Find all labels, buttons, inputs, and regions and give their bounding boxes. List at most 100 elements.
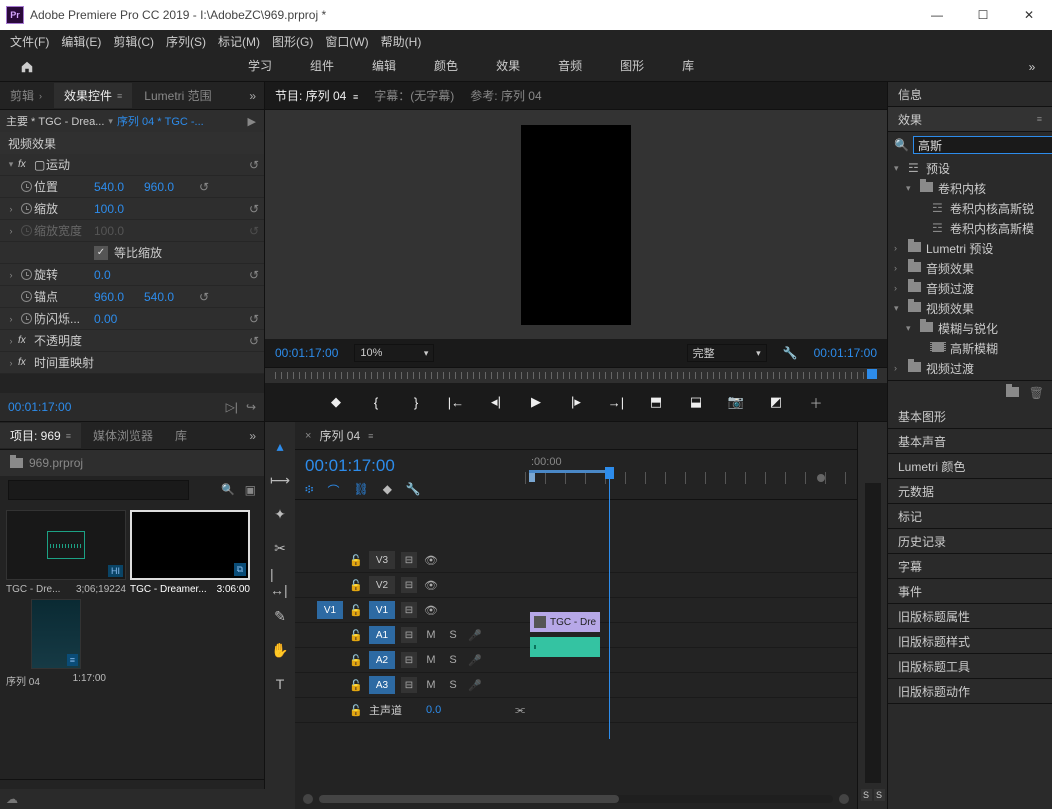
close-seq-icon[interactable]: ×: [305, 430, 311, 442]
ws-assembly[interactable]: 组件: [306, 51, 338, 82]
home-button[interactable]: [0, 60, 54, 74]
tree-folder[interactable]: ›音频过渡: [888, 278, 1052, 298]
reset-button[interactable]: ↺: [244, 268, 264, 282]
panel-legacy-title-actions[interactable]: 旧版标题动作: [888, 679, 1052, 704]
zoom-dropdown[interactable]: 10%▾: [354, 344, 434, 362]
ws-learn[interactable]: 学习: [244, 51, 276, 82]
ripple-edit-tool[interactable]: ✦: [270, 504, 290, 524]
stopwatch-icon[interactable]: [21, 291, 32, 302]
mute-icon[interactable]: M: [423, 629, 439, 641]
tree-folder[interactable]: ▾☲预设: [888, 158, 1052, 178]
playhead-icon[interactable]: [605, 467, 614, 479]
lock-icon[interactable]: 🔓: [349, 604, 363, 617]
program-view[interactable]: [521, 125, 631, 325]
master-meter-icon[interactable]: ⫘: [515, 704, 525, 717]
video-clip[interactable]: TGC - Dre: [530, 612, 600, 632]
tab-libraries[interactable]: 库: [165, 423, 197, 448]
tab-project[interactable]: 项目: 969 ≡: [0, 423, 81, 448]
panel-menu-icon[interactable]: ≡: [368, 431, 373, 441]
tab-effect-controls[interactable]: 效果控件 ≡: [54, 83, 132, 108]
menu-edit[interactable]: 编辑(E): [57, 33, 105, 50]
motion-target-icon[interactable]: ▢: [34, 158, 46, 172]
tree-folder[interactable]: ▾视频效果: [888, 298, 1052, 318]
bin-item[interactable]: ≡ 序列 041:17:00: [6, 599, 106, 688]
timeline-scrollbar[interactable]: [319, 795, 833, 803]
play-button[interactable]: ▶: [526, 394, 546, 410]
anchor-x[interactable]: 960.0: [94, 290, 144, 304]
resolution-dropdown[interactable]: 完整▾: [687, 344, 767, 362]
tree-folder[interactable]: ›Lumetri 预设: [888, 238, 1052, 258]
tree-effect[interactable]: ☲卷积内核高斯锐: [888, 198, 1052, 218]
track-label[interactable]: A2: [369, 651, 395, 669]
reset-button[interactable]: ↺: [244, 158, 264, 172]
toggle-output-icon[interactable]: ⊟: [401, 677, 417, 693]
type-tool[interactable]: T: [270, 674, 290, 694]
minimize-button[interactable]: —: [914, 0, 960, 30]
marker-span-icon[interactable]: ◆: [383, 482, 392, 499]
voice-over-icon[interactable]: 🎤: [467, 679, 483, 692]
selection-tool[interactable]: ▴: [270, 436, 290, 456]
track-label[interactable]: V2: [369, 576, 395, 594]
anchor-y[interactable]: 540.0: [144, 290, 194, 304]
wrench-icon[interactable]: 🔧: [406, 482, 421, 499]
zoom-out-handle[interactable]: [303, 794, 313, 804]
go-to-in-button[interactable]: |←: [446, 395, 466, 410]
solo-icon[interactable]: S: [445, 629, 461, 641]
eye-icon[interactable]: 👁: [423, 579, 439, 592]
in-out-range[interactable]: [529, 470, 606, 473]
scale-value[interactable]: 100.0: [94, 202, 144, 216]
tab-reference[interactable]: 参考: 序列 04: [470, 87, 541, 104]
panel-legacy-title-styles[interactable]: 旧版标题样式: [888, 629, 1052, 654]
menu-graphics[interactable]: 图形(G): [268, 33, 317, 50]
extract-button[interactable]: ⬓: [686, 394, 706, 410]
bin-item[interactable]: ⧉ TGC - Dreamer...3:06:00: [130, 510, 250, 595]
ec-playonly-icon[interactable]: ▷|: [226, 400, 238, 414]
lift-button[interactable]: ⬒: [646, 394, 666, 410]
tab-program[interactable]: 节目: 序列 04 ≡: [275, 87, 358, 104]
solo-icon[interactable]: S: [445, 654, 461, 666]
panel-metadata[interactable]: 元数据: [888, 479, 1052, 504]
panel-essential-graphics[interactable]: 基本图形: [888, 404, 1052, 429]
mark-out-button[interactable]: }: [406, 395, 426, 410]
ec-loop-icon[interactable]: ↪: [246, 400, 256, 414]
tree-folder[interactable]: ▾卷积内核: [888, 178, 1052, 198]
zoom-in-handle[interactable]: [839, 794, 849, 804]
panel-effects[interactable]: 效果≡: [888, 107, 1052, 132]
ws-color[interactable]: 颜色: [430, 51, 462, 82]
fx-motion[interactable]: ▾ fx ▢ 运动 ↺: [0, 154, 264, 176]
program-tc-right[interactable]: 00:01:17:00: [814, 346, 877, 360]
ws-audio[interactable]: 音频: [554, 51, 586, 82]
project-search-input[interactable]: [8, 480, 189, 500]
close-button[interactable]: ✕: [1006, 0, 1052, 30]
panel-essential-sound[interactable]: 基本声音: [888, 429, 1052, 454]
lock-icon[interactable]: 🔓: [349, 579, 363, 592]
solo-left[interactable]: S: [861, 789, 872, 801]
mute-icon[interactable]: M: [423, 654, 439, 666]
track-label[interactable]: V1: [369, 601, 395, 619]
lock-icon[interactable]: 🔓: [349, 704, 363, 717]
stopwatch-icon[interactable]: [21, 313, 32, 324]
reset-button[interactable]: ↺: [194, 290, 214, 304]
menu-help[interactable]: 帮助(H): [377, 33, 426, 50]
master-volume[interactable]: 0.0: [426, 704, 441, 716]
workspace-overflow[interactable]: »: [1012, 60, 1052, 74]
voice-over-icon[interactable]: 🎤: [467, 629, 483, 642]
toggle-output-icon[interactable]: ⊟: [401, 652, 417, 668]
stopwatch-icon[interactable]: [21, 269, 32, 280]
cc-sync-icon[interactable]: ☁: [6, 792, 18, 806]
track-select-tool[interactable]: ⟼: [270, 470, 290, 490]
ec-master-clip[interactable]: 主要 * TGC - Drea...: [6, 113, 104, 129]
voice-over-icon[interactable]: 🎤: [467, 654, 483, 667]
panel-menu-icon[interactable]: ≡: [66, 431, 71, 441]
audio-clip[interactable]: [530, 637, 600, 657]
menu-markers[interactable]: 标记(M): [214, 33, 264, 50]
bin-item[interactable]: HI TGC - Dre...3;06;19224: [6, 510, 126, 595]
panel-menu-icon[interactable]: ≡: [117, 91, 122, 101]
tab-lumetri-scopes[interactable]: Lumetri 范围: [134, 83, 221, 108]
track-label[interactable]: A3: [369, 676, 395, 694]
panel-menu-icon[interactable]: ≡: [1037, 114, 1042, 124]
track-label[interactable]: A1: [369, 626, 395, 644]
uniform-checkbox[interactable]: ✓: [94, 246, 108, 260]
stopwatch-icon[interactable]: [21, 181, 32, 192]
ws-libraries[interactable]: 库: [678, 51, 698, 82]
